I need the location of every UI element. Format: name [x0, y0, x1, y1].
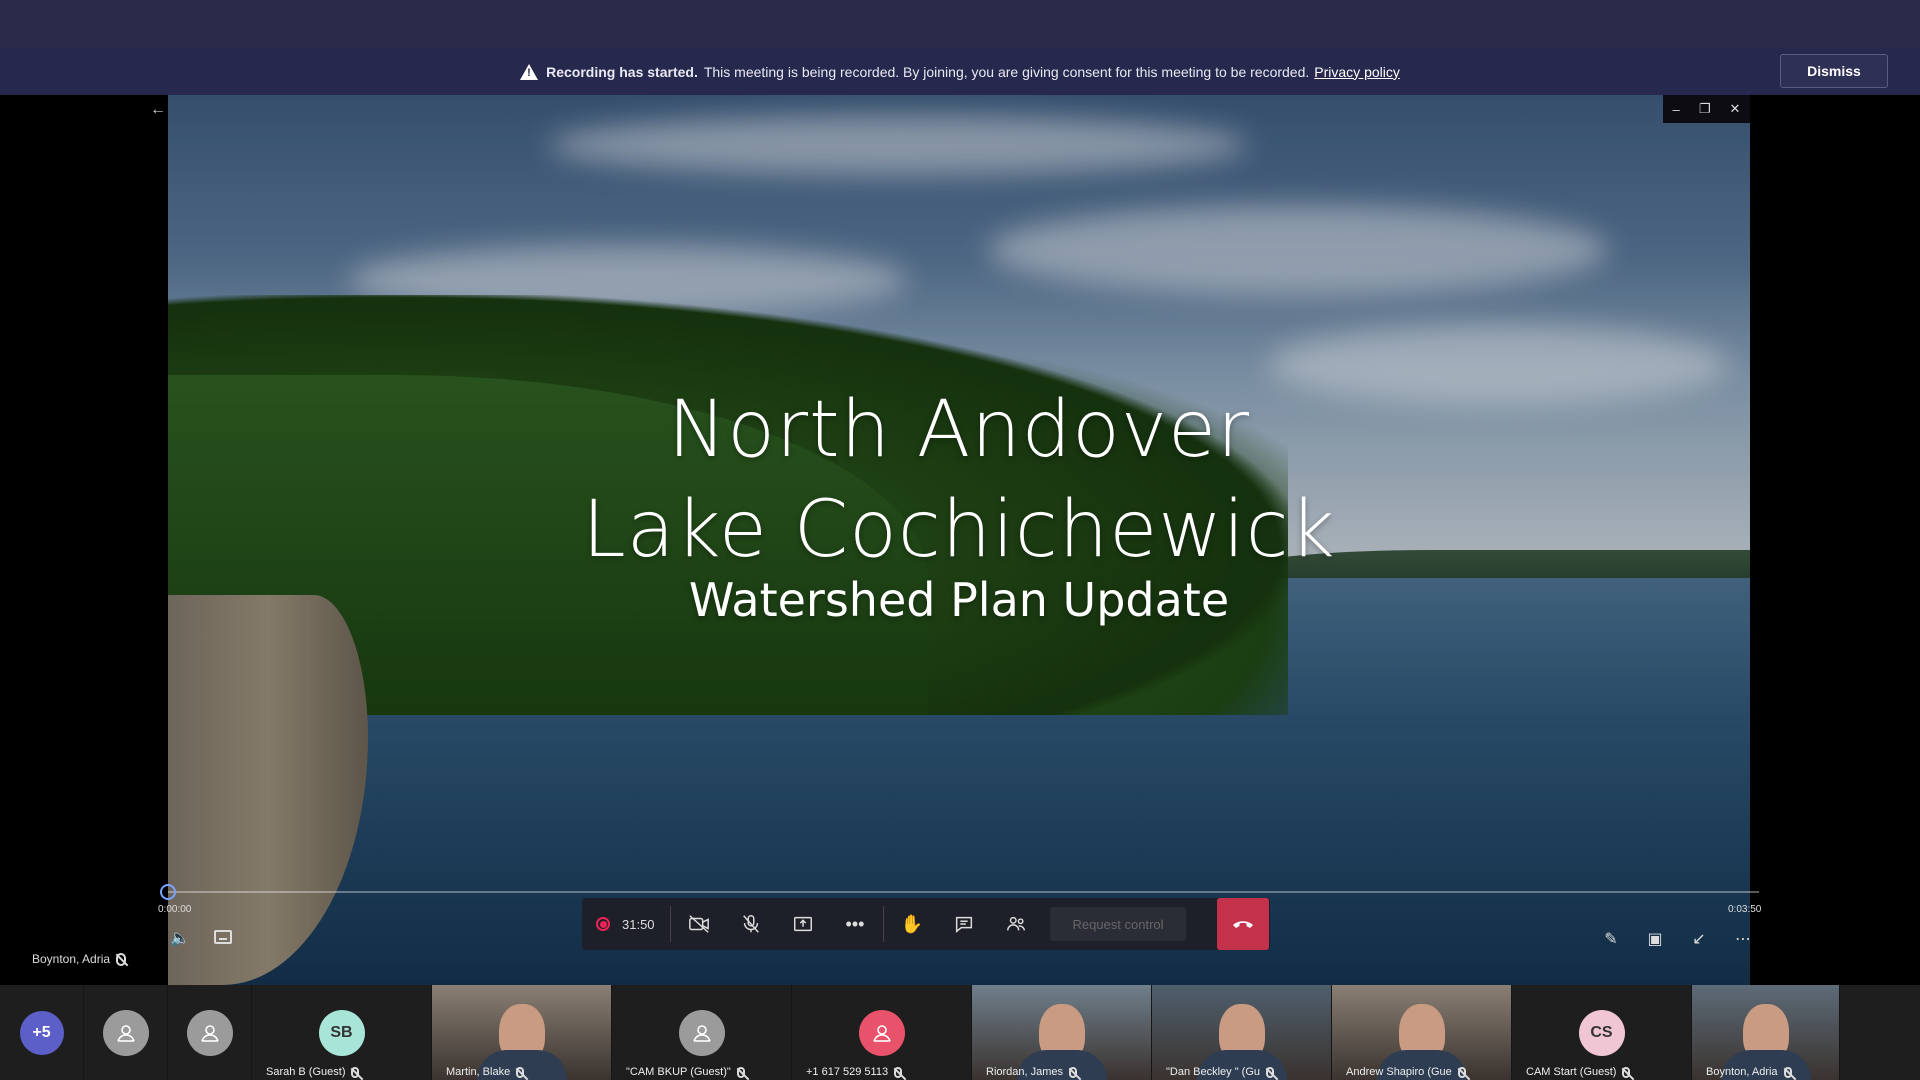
captions-icon[interactable] [214, 930, 232, 944]
slide-subtitle: Watershed Plan Update [688, 573, 1230, 627]
presenter-name: Boynton, Adria [32, 952, 111, 966]
call-timer: 31:50 [622, 916, 655, 932]
restore-icon[interactable]: ❐ [1699, 101, 1711, 117]
participant-tile[interactable]: "Dan Beckley " (Gu [1152, 985, 1332, 1080]
participant-name: +1 617 529 5113 [806, 1066, 903, 1078]
participant-tile[interactable]: "CAM BKUP (Guest)" [612, 985, 792, 1080]
participant-tile[interactable]: +5 [0, 985, 84, 1080]
request-control-button[interactable]: Request control [1050, 907, 1186, 941]
participant-tile[interactable]: Martin, Blake [432, 985, 612, 1080]
pen-icon[interactable]: ✎ [1600, 928, 1622, 950]
recording-icon [596, 917, 610, 931]
participant-tile[interactable]: Riordan, James [972, 985, 1152, 1080]
mic-off-icon [894, 1066, 903, 1078]
participants-button[interactable] [990, 898, 1042, 950]
participant-name: Riordan, James [986, 1066, 1078, 1078]
overflow-count-badge: +5 [19, 1010, 64, 1055]
participant-name-text: "Dan Beckley " (Gu [1166, 1066, 1261, 1078]
back-arrow-icon[interactable]: ← [148, 100, 168, 120]
person-icon [678, 1009, 725, 1056]
mic-off-icon [736, 1066, 745, 1078]
participant-name: Andrew Shapiro (Gue [1346, 1066, 1466, 1078]
participant-name: "CAM BKUP (Guest)" [626, 1066, 745, 1078]
mute-button[interactable] [725, 898, 777, 950]
participant-tile[interactable]: Boynton, Adria [1692, 985, 1840, 1080]
more-options-icon[interactable]: ⋯ [1732, 928, 1754, 950]
mic-off-icon [1783, 1066, 1792, 1078]
minimize-icon[interactable]: – [1673, 102, 1680, 117]
participant-name-text: CAM Start (Guest) [1526, 1066, 1617, 1078]
mic-off-icon [1622, 1066, 1631, 1078]
participant-name: Sarah B (Guest) [266, 1066, 360, 1078]
participant-tile[interactable] [168, 985, 252, 1080]
slide-title-line2: Lake Cochichewick [582, 485, 1336, 575]
divider [883, 906, 884, 942]
mic-off-icon [743, 915, 759, 933]
divider [670, 906, 671, 942]
dismiss-button[interactable]: Dismiss [1780, 54, 1888, 88]
privacy-policy-link[interactable]: Privacy policy [1314, 64, 1400, 80]
participant-tile[interactable] [84, 985, 168, 1080]
share-screen-icon [794, 916, 812, 932]
participant-name: "Dan Beckley " (Gu [1166, 1066, 1275, 1078]
participant-avatar: CS [1578, 1009, 1625, 1056]
call-controls: 31:50 ••• ✋ Request control [582, 898, 1270, 950]
slide-title-line1: North Andover [667, 385, 1251, 475]
mic-off-icon [1266, 1066, 1275, 1078]
participant-tile[interactable]: CS CAM Start (Guest) [1512, 985, 1692, 1080]
warning-icon [520, 63, 539, 80]
recording-banner: Recording has started. This meeting is b… [0, 48, 1920, 95]
participant-tile[interactable]: SB Sarah B (Guest) [252, 985, 432, 1080]
participant-name-text: Riordan, James [986, 1066, 1064, 1078]
mic-off-icon [351, 1066, 360, 1078]
hand-icon: ✋ [900, 913, 924, 934]
playback-end-time: 0:03:50 [1728, 904, 1762, 915]
close-icon[interactable]: ✕ [1730, 101, 1741, 117]
person-icon [186, 1009, 233, 1056]
share-screen-button[interactable] [777, 898, 829, 950]
participant-tile[interactable]: Andrew Shapiro (Gue [1332, 985, 1512, 1080]
raise-hand-button[interactable]: ✋ [886, 898, 938, 950]
participant-avatar: SB [318, 1009, 365, 1056]
seek-knob[interactable] [160, 884, 176, 900]
window-controls: – ❐ ✕ [1663, 95, 1750, 123]
participant-name-text: "CAM BKUP (Guest)" [626, 1066, 731, 1078]
mic-off-icon [1069, 1066, 1078, 1078]
more-actions-button[interactable]: ••• [829, 898, 881, 950]
mic-off-icon [516, 1066, 525, 1078]
exit-fullscreen-icon[interactable]: ↙ [1688, 928, 1710, 950]
people-icon [1007, 916, 1025, 931]
participant-name: CAM Start (Guest) [1526, 1066, 1631, 1078]
participant-name: Boynton, Adria [1706, 1066, 1792, 1078]
hang-up-button[interactable] [1217, 898, 1269, 950]
participant-name-text: Boynton, Adria [1706, 1066, 1778, 1078]
chat-icon [955, 916, 973, 933]
participant-name: Martin, Blake [446, 1066, 525, 1078]
recording-banner-title: Recording has started. [546, 63, 698, 80]
speaker-icon[interactable]: 🔈 [170, 928, 190, 948]
window-title-bar [0, 0, 1920, 48]
ellipsis-icon: ••• [845, 913, 865, 934]
participant-name-text: Andrew Shapiro (Gue [1346, 1066, 1452, 1078]
stage-tools: ✎ ▣ ↙ ⋯ [1600, 928, 1754, 950]
chat-button[interactable] [938, 898, 990, 950]
pop-out-icon[interactable]: ▣ [1644, 928, 1666, 950]
seek-bar[interactable] [168, 891, 1759, 893]
mic-off-icon [1457, 1066, 1466, 1078]
person-icon [858, 1009, 905, 1056]
camera-off-icon [689, 915, 709, 933]
recording-banner-message: This meeting is being recorded. By joini… [703, 63, 1310, 80]
shared-slide: North Andover Lake Cochichewick Watershe… [168, 95, 1750, 985]
presenter-label: Boynton, Adria [32, 952, 127, 966]
hang-up-icon [1233, 921, 1253, 928]
participant-name-text: +1 617 529 5113 [806, 1066, 889, 1078]
participant-name-text: Martin, Blake [446, 1066, 511, 1078]
person-icon [102, 1009, 149, 1056]
participant-name-text: Sarah B (Guest) [266, 1066, 346, 1078]
participant-tile[interactable]: +1 617 529 5113 [792, 985, 972, 1080]
mic-off-icon [116, 952, 127, 966]
playback-start-time: 0:00:00 [158, 904, 192, 915]
participant-strip: +5 SB Sarah B (Guest) Martin, Blake "CAM BKU… [0, 985, 1920, 1080]
camera-off-button[interactable] [673, 898, 725, 950]
